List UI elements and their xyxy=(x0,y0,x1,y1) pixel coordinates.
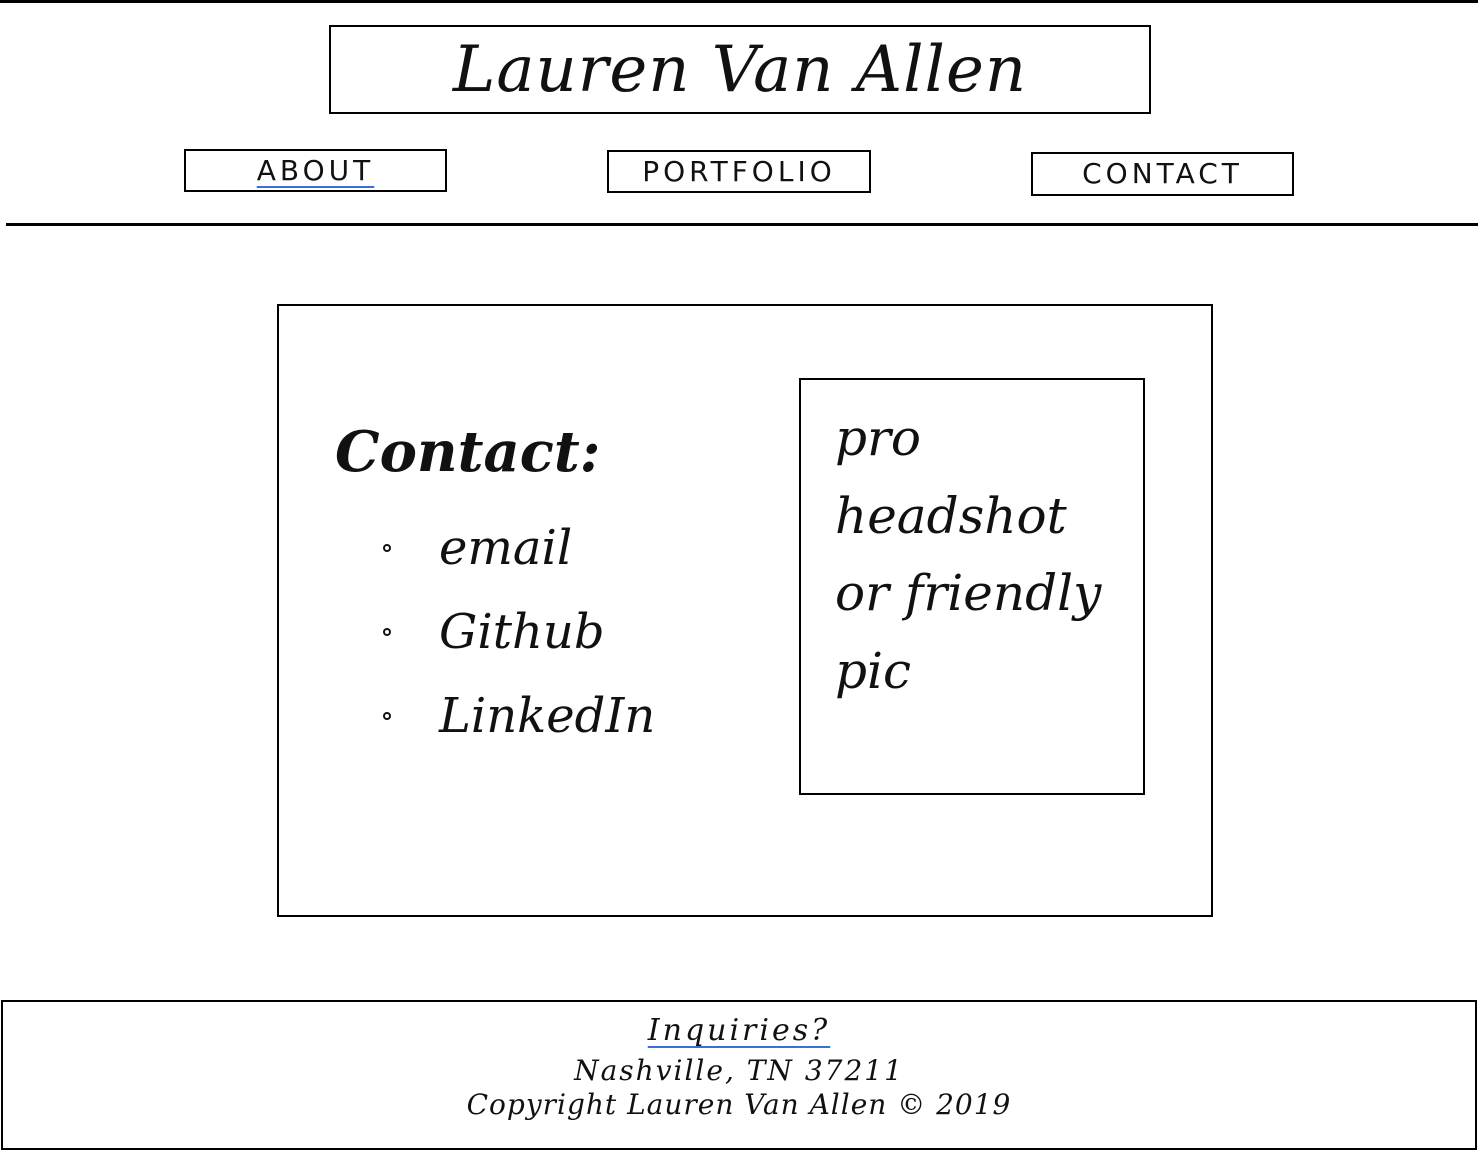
email-link[interactable]: email xyxy=(439,524,572,572)
contact-link-item-github: Github xyxy=(383,590,655,674)
bullet-icon xyxy=(383,628,391,636)
bullet-icon xyxy=(383,712,391,720)
github-link[interactable]: Github xyxy=(439,608,605,656)
contact-link-item-linkedin: LinkedIn xyxy=(383,674,655,758)
top-border xyxy=(0,0,1478,3)
site-footer: Inquiries? Nashville, TN 37211 Copyright… xyxy=(1,1000,1477,1150)
header-divider xyxy=(6,223,1478,226)
nav-portfolio-label: PORTFOLIO xyxy=(642,154,836,188)
nav-contact-label: CONTACT xyxy=(1082,157,1243,190)
inquiries-link[interactable]: Inquiries? xyxy=(648,1013,830,1049)
nav-contact-button[interactable]: CONTACT xyxy=(1031,152,1294,196)
headshot-placeholder-text: pro headshot or friendly pic xyxy=(835,409,1102,700)
contact-content-panel: Contact: email Github LinkedIn pro heads… xyxy=(277,304,1213,917)
contact-links-list: email Github LinkedIn xyxy=(383,506,655,758)
headshot-image-placeholder: pro headshot or friendly pic xyxy=(799,378,1145,795)
site-title: Lauren Van Allen xyxy=(452,32,1028,107)
contact-heading: Contact: xyxy=(335,419,601,485)
contact-link-item-email: email xyxy=(383,506,655,590)
nav-portfolio-button[interactable]: PORTFOLIO xyxy=(607,150,871,193)
nav-about-label: ABOUT xyxy=(256,153,375,187)
site-title-box: Lauren Van Allen xyxy=(329,25,1151,114)
bullet-icon xyxy=(383,544,391,552)
linkedin-link[interactable]: LinkedIn xyxy=(439,692,655,740)
footer-address: Nashville, TN 37211 xyxy=(574,1053,904,1087)
nav-about-button[interactable]: ABOUT xyxy=(184,149,447,192)
footer-copyright: Copyright Lauren Van Allen © 2019 xyxy=(466,1087,1012,1121)
